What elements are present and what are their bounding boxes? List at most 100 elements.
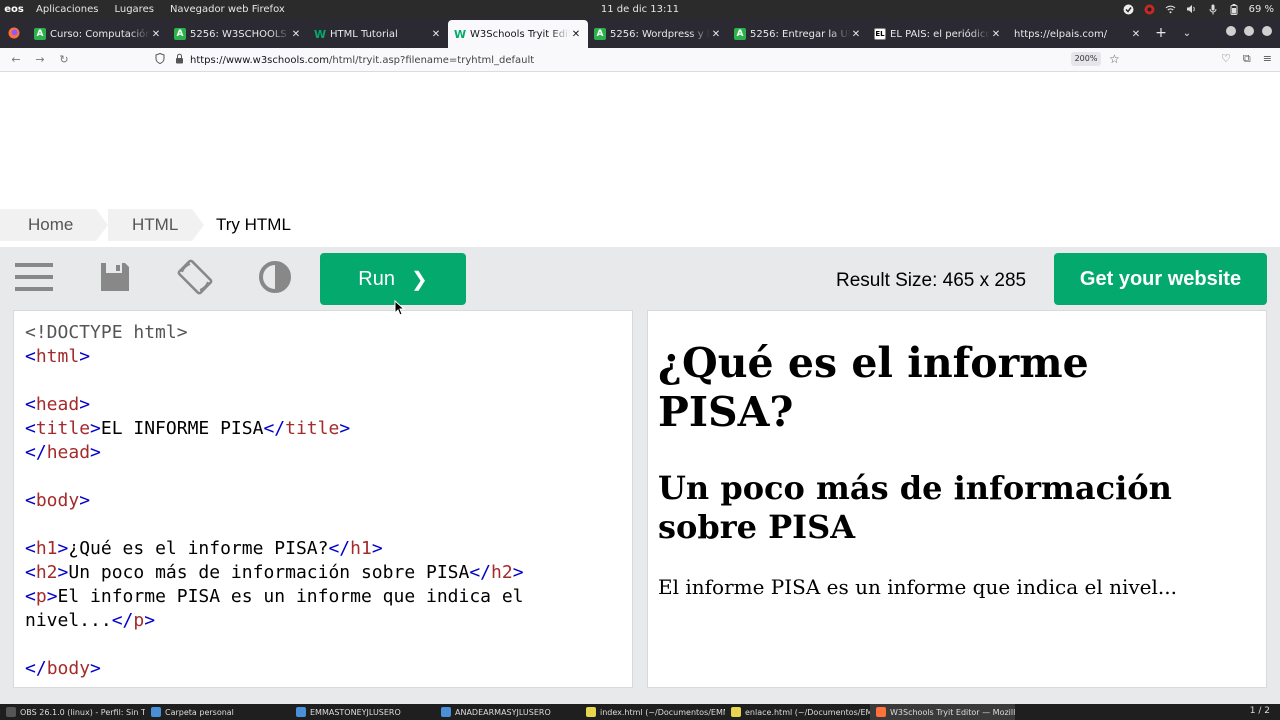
extensions-icon[interactable]: ⧉: [1243, 52, 1251, 66]
code-token: EL INFORME PISA: [100, 418, 264, 439]
taskbar-item-label: ANADEARMASYJLUSERO: [455, 707, 551, 717]
system-tray: 69 %: [1123, 0, 1274, 18]
save-icon[interactable]: [95, 259, 135, 295]
code-token: head: [35, 394, 80, 415]
list-all-tabs-chevron-icon[interactable]: ⌄: [1174, 28, 1200, 39]
code-token: <: [25, 346, 36, 367]
battery-icon[interactable]: [1228, 3, 1240, 15]
pocket-icon[interactable]: ♡: [1221, 52, 1231, 66]
code-token: <: [25, 394, 36, 415]
taskbar-item[interactable]: enlace.html (~/Documentos/EMM...: [725, 704, 870, 720]
code-line[interactable]: [25, 465, 524, 489]
rotate-orientation-icon[interactable]: [175, 259, 215, 295]
menu-lugares[interactable]: Lugares: [106, 4, 161, 15]
taskbar-item[interactable]: OBS 26.1.0 (linux) - Perfil: Sin Títul..…: [0, 704, 145, 720]
taskbar-item-label: Carpeta personal: [165, 707, 234, 717]
news-icon: EL: [874, 28, 886, 40]
result-size-label: Result Size: 465 x 285: [836, 270, 1027, 291]
menu-icon[interactable]: [14, 259, 54, 295]
code-token: </: [25, 658, 47, 679]
new-tab-button[interactable]: +: [1148, 25, 1174, 41]
code-line[interactable]: <title>EL INFORME PISA</title>: [25, 417, 524, 441]
taskbar-item[interactable]: W3Schools Tryit Editor — Mozilla ...: [870, 704, 1015, 720]
tab-bar: ACurso: Computación y ...✕A5256: W3SCHOO…: [0, 18, 1280, 48]
code-line[interactable]: <html>: [25, 345, 524, 369]
code-line[interactable]: [25, 513, 524, 537]
menu-firefox[interactable]: Navegador web Firefox: [162, 4, 293, 15]
os-top-bar: eos Aplicaciones Lugares Navegador web F…: [0, 0, 1280, 18]
close-tab-icon[interactable]: ✕: [430, 29, 442, 40]
code-line[interactable]: <!DOCTYPE html>: [25, 321, 524, 345]
code-token: </: [111, 610, 134, 631]
taskbar-item[interactable]: index.html (~/Documentos/EMM...: [580, 704, 725, 720]
maximize-button[interactable]: [1244, 26, 1254, 36]
browser-tab[interactable]: https://elpais.com/ ✕: [1008, 20, 1148, 48]
code-line[interactable]: [25, 633, 524, 657]
dark-mode-contrast-icon[interactable]: [255, 259, 295, 295]
code-line[interactable]: <p>El informe PISA es un informe que ind…: [25, 585, 524, 609]
volume-icon[interactable]: [1186, 3, 1198, 15]
app-icon: [6, 707, 16, 717]
browser-tab[interactable]: EL EL PAÍS: el periódico gl...✕: [868, 20, 1008, 48]
code-token: p: [133, 610, 145, 631]
w3-icon: W: [453, 27, 467, 41]
close-tab-icon[interactable]: ✕: [290, 29, 302, 40]
breadcrumb-home[interactable]: Home: [0, 209, 108, 241]
reload-icon[interactable]: ↻: [52, 53, 76, 66]
obs-icon[interactable]: [1144, 3, 1156, 15]
code-line[interactable]: <h1>¿Qué es el informe PISA?</h1>: [25, 537, 524, 561]
result-paragraph: El informe PISA es un informe que indica…: [658, 575, 1177, 599]
code-line[interactable]: <h2>Un poco más de información sobre PIS…: [25, 561, 524, 585]
code-token: h2: [35, 562, 58, 583]
get-your-website-button[interactable]: Get your website: [1054, 253, 1267, 305]
code-token: <: [25, 538, 36, 559]
code-token: ¿Qué es el informe PISA?: [68, 538, 329, 559]
browser-tab[interactable]: W HTML Tutorial ✕: [308, 20, 448, 48]
firefox-view-icon[interactable]: [0, 18, 28, 48]
taskbar-item-label: EMMASTONEYJLUSERO: [310, 707, 401, 717]
close-tab-icon[interactable]: ✕: [1130, 29, 1142, 40]
url-bar[interactable]: https://www.w3schools.com/html/tryit.asp…: [155, 50, 1127, 70]
os-logo[interactable]: eos: [0, 4, 28, 15]
taskbar-item[interactable]: Carpeta personal: [145, 704, 290, 720]
close-tab-icon[interactable]: ✕: [570, 29, 582, 40]
code-token: h1: [35, 538, 58, 559]
minimize-button[interactable]: [1226, 26, 1236, 36]
browser-tab[interactable]: A 5256: W3SCHOOLS HT...✕: [168, 20, 308, 48]
tracking-shield-icon[interactable]: [155, 52, 165, 67]
close-tab-icon[interactable]: ✕: [710, 29, 722, 40]
close-tab-icon[interactable]: ✕: [850, 29, 862, 40]
menu-aplicaciones[interactable]: Aplicaciones: [28, 4, 106, 15]
code-token: nivel...: [25, 610, 112, 631]
code-line[interactable]: <body>: [25, 489, 524, 513]
close-tab-icon[interactable]: ✕: [990, 29, 1002, 40]
breadcrumb-html[interactable]: HTML: [108, 209, 204, 241]
workspace-pager[interactable]: 1 / 2: [1250, 706, 1270, 716]
browser-tab[interactable]: A Curso: Computación y ...✕: [28, 20, 168, 48]
taskbar-item[interactable]: EMMASTONEYJLUSERO: [290, 704, 435, 720]
browser-tab[interactable]: A 5256: Entregar la URL ...✕: [728, 20, 868, 48]
code-content[interactable]: <!DOCTYPE html> <html> <head> <title>EL INF…: [25, 321, 524, 681]
run-button[interactable]: Run ❯: [320, 253, 466, 305]
code-line[interactable]: [25, 369, 524, 393]
back-arrow-icon[interactable]: ←: [4, 53, 28, 66]
code-line[interactable]: </head>: [25, 441, 524, 465]
check-icon[interactable]: [1123, 3, 1135, 15]
browser-tab[interactable]: A 5256: Wordpress y la B...✕: [588, 20, 728, 48]
wifi-icon[interactable]: [1165, 3, 1177, 15]
code-line[interactable]: nivel...</p>: [25, 609, 524, 633]
forward-arrow-icon[interactable]: →: [28, 53, 52, 66]
code-token: >: [339, 418, 351, 439]
close-tab-icon[interactable]: ✕: [150, 29, 162, 40]
code-line[interactable]: </body>: [25, 657, 524, 681]
microphone-icon[interactable]: [1207, 3, 1219, 15]
padlock-icon[interactable]: [175, 53, 184, 67]
taskbar-item[interactable]: ANADEARMASYJLUSERO: [435, 704, 580, 720]
close-window-button[interactable]: [1262, 26, 1272, 36]
hamburger-menu-icon[interactable]: ≡: [1263, 52, 1272, 66]
zoom-level-button[interactable]: 200%: [1071, 52, 1101, 66]
code-editor[interactable]: <!DOCTYPE html> <html> <head> <title>EL INF…: [13, 310, 633, 688]
bookmark-star-icon[interactable]: ☆: [1109, 52, 1120, 66]
code-line[interactable]: <head>: [25, 393, 524, 417]
browser-tab[interactable]: WW3Schools Tryit Editor✕: [448, 20, 588, 48]
